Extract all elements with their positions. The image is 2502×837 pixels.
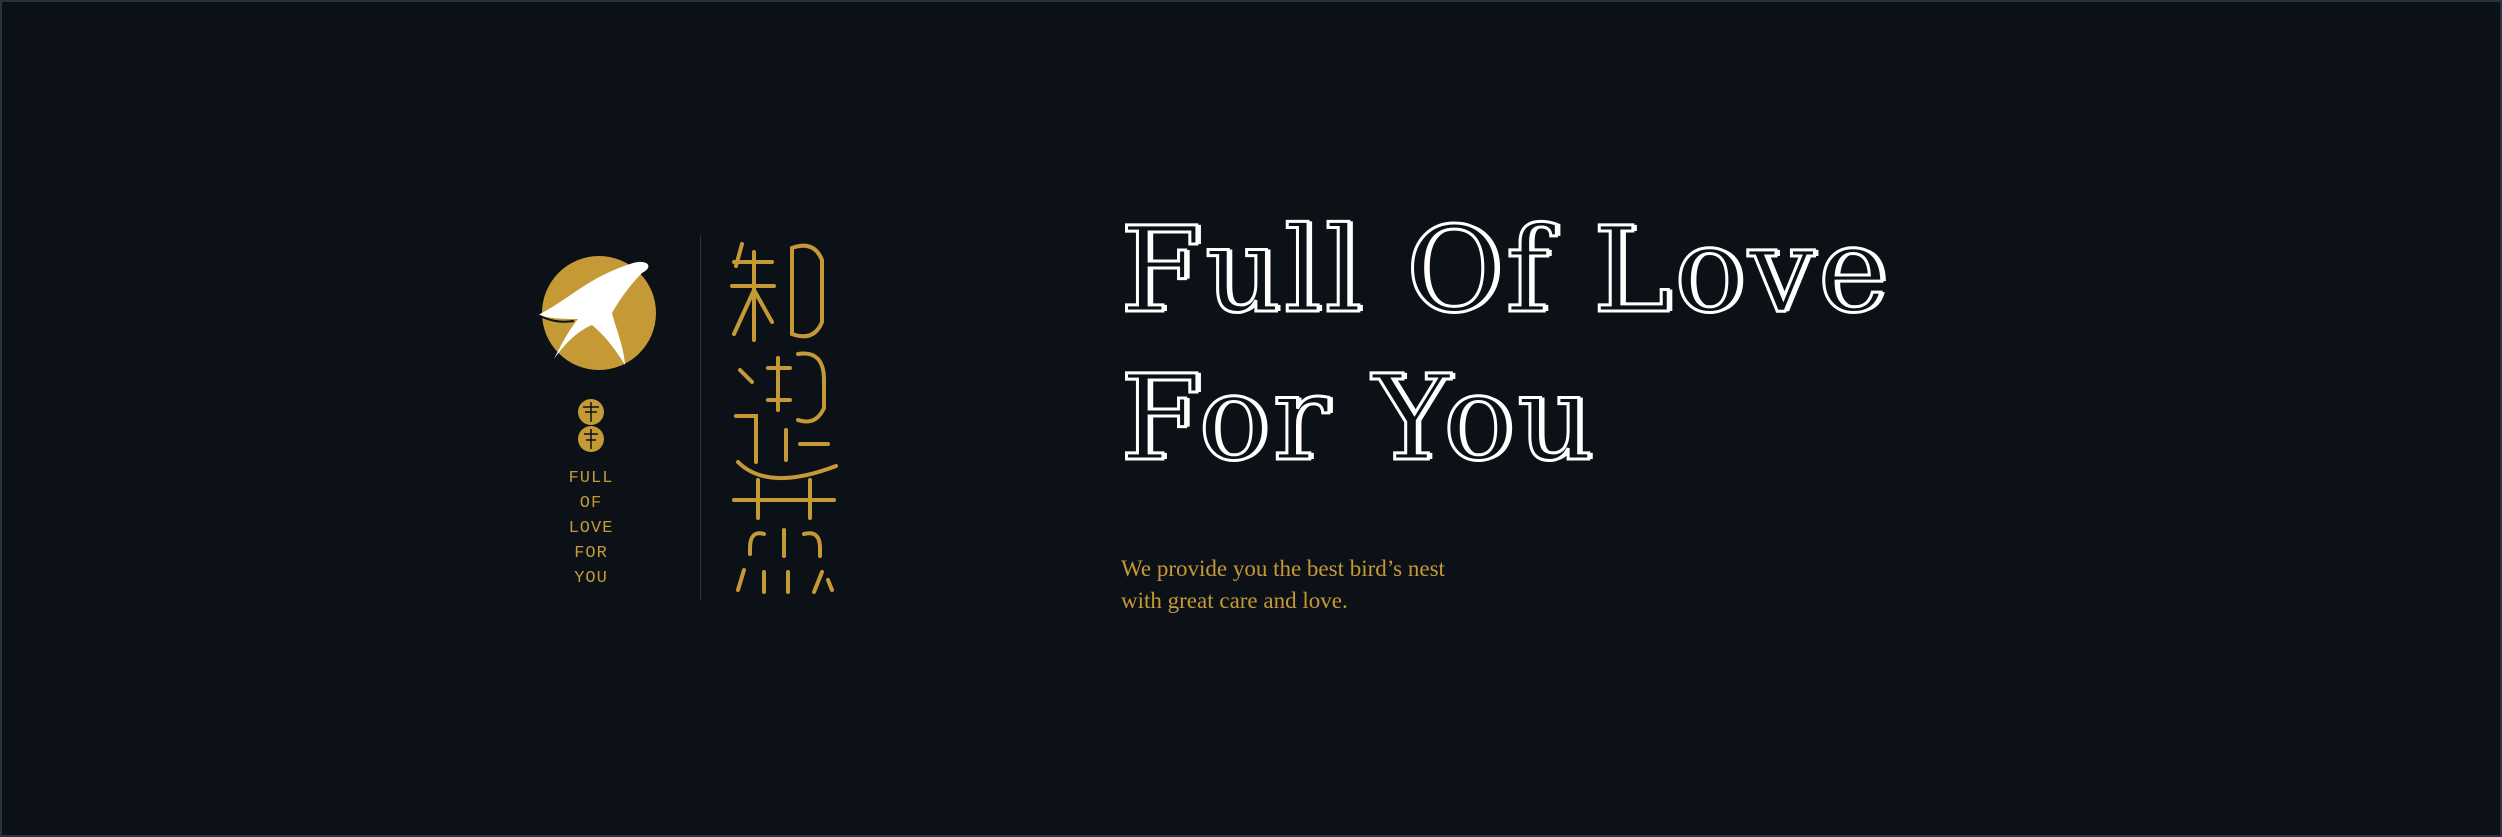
tagline-line: LOVE: [568, 519, 614, 538]
subtext-line: We provide you the best bird’s nest: [1121, 556, 1445, 581]
logo-divider: [700, 235, 701, 600]
swallow-icon: [537, 256, 656, 370]
brand-tagline: FULL OF LOVE FOR YOU: [540, 466, 642, 591]
headline-line: Full Of Love: [1119, 200, 1891, 341]
brand-name-cjk-logotype: [730, 242, 838, 594]
tagline-line: OF: [579, 494, 603, 513]
tagline-line: FULL: [568, 469, 614, 488]
seal-icon: [578, 399, 604, 452]
headline-line: For You: [1119, 348, 1597, 489]
subtext-line: with great care and love.: [1121, 588, 1348, 613]
tagline-line: FOR: [574, 544, 608, 563]
tagline-line: YOU: [574, 569, 608, 588]
hero-headline: Full Of Love For You: [1119, 196, 2020, 492]
hero-subtext: We provide you the best bird’s nest with…: [1121, 553, 1641, 617]
brand-logo: FULL OF LOVE FOR YOU: [530, 230, 840, 600]
